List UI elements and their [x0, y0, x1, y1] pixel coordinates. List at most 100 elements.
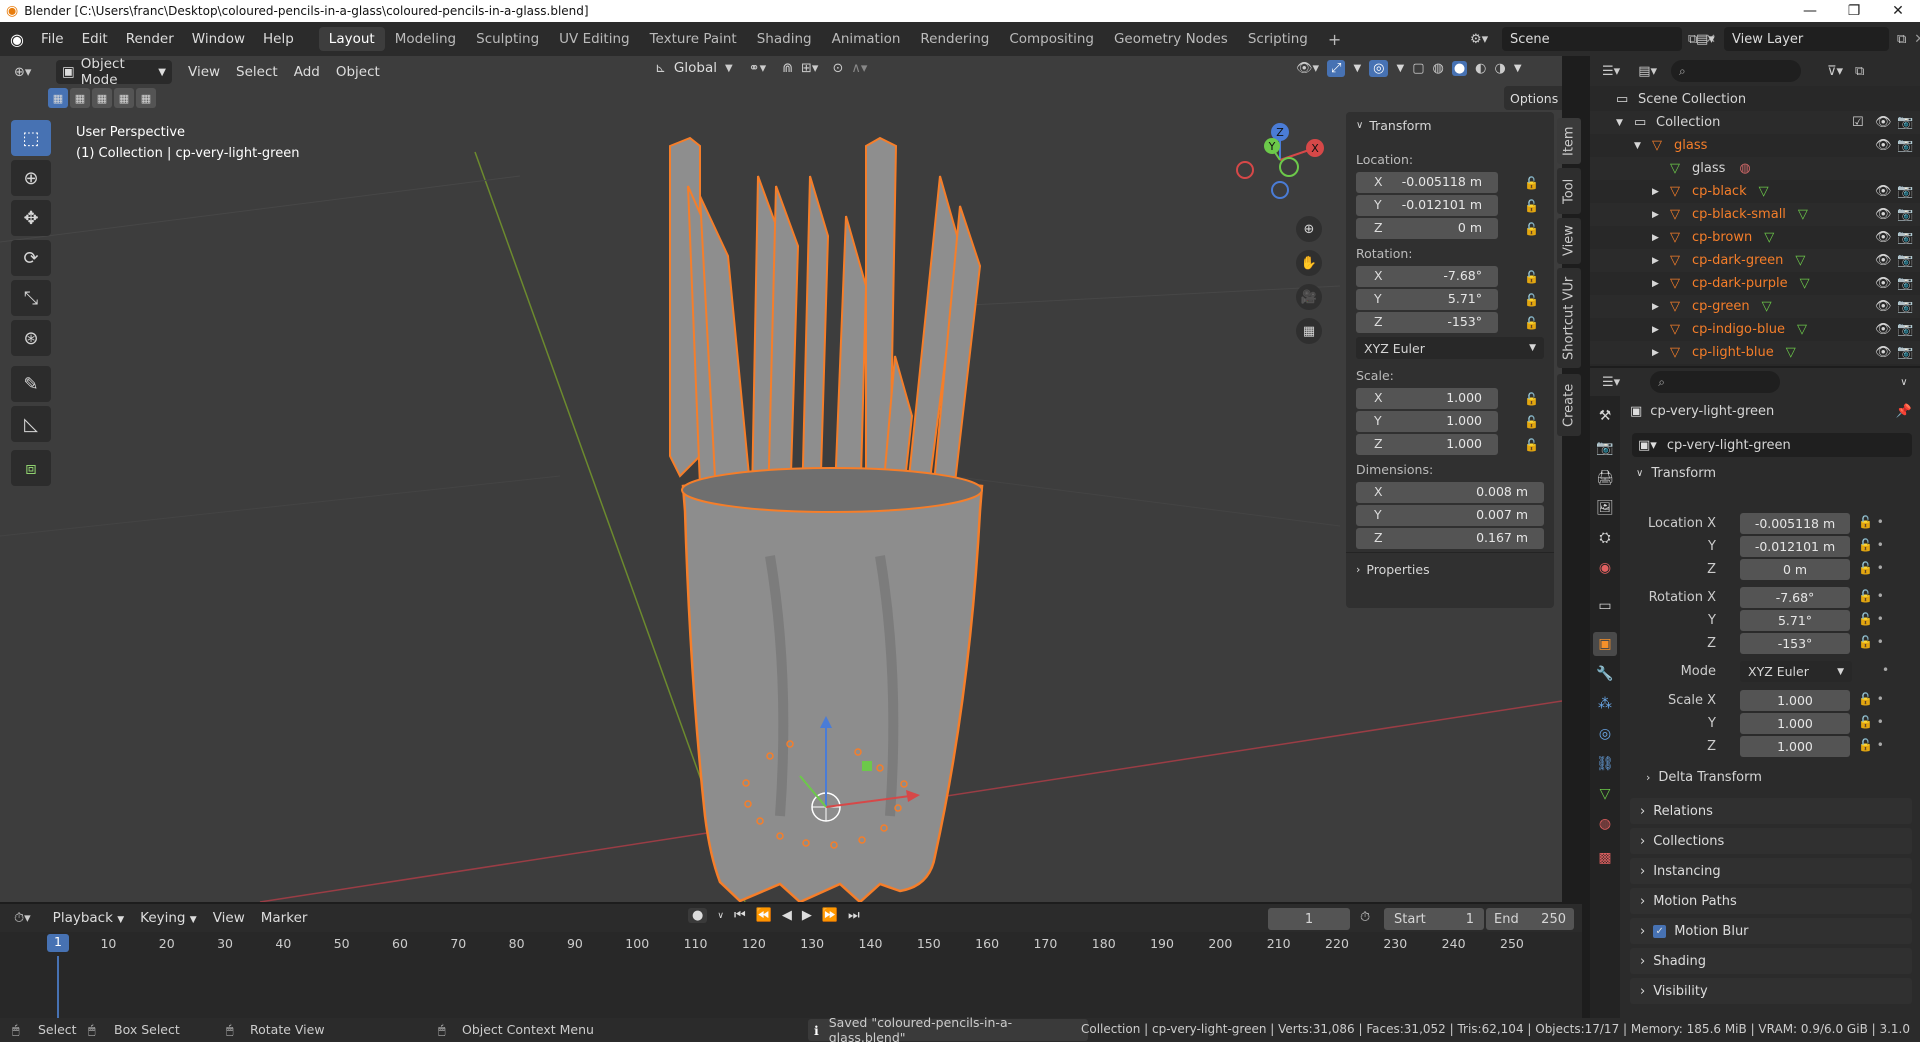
outliner-row[interactable]: ▶ ▽ cp-black-small ▽ 👁 📷 [1590, 203, 1920, 226]
output-properties-icon[interactable]: 🖨 [1593, 466, 1617, 490]
location-z-field[interactable]: Z0 m [1356, 218, 1498, 239]
timeline-ruler[interactable]: 1 10 20 30 40 50 60 70 80 90 100 110 120 130 140 150 160… [0, 932, 1582, 956]
remove-view-layer-icon[interactable]: ✕ [1914, 32, 1920, 47]
workspace-tab-layout[interactable]: Layout [318, 27, 385, 51]
transform-orientation-selector[interactable]: Global [666, 60, 725, 76]
outliner-row[interactable]: ▭ Scene Collection [1590, 88, 1920, 111]
expand-right-icon[interactable]: ▶ [1652, 348, 1666, 358]
lock-icon[interactable]: 🔓 [1524, 316, 1539, 330]
location-x-field[interactable]: X -0.005118 m [1356, 172, 1498, 193]
render-camera-icon[interactable]: 📷 [1897, 276, 1913, 291]
workspace-tab-animation[interactable]: Animation [822, 27, 911, 51]
menu-window[interactable]: Window [183, 31, 254, 47]
render-camera-icon[interactable]: 📷 [1897, 345, 1913, 360]
play-reverse-icon[interactable]: ◀ [782, 908, 792, 923]
keyframe-dot-icon[interactable]: • [1882, 663, 1889, 677]
workspace-tab-texture-paint[interactable]: Texture Paint [640, 27, 747, 51]
select-intersect-icon[interactable]: ▦ [136, 88, 156, 108]
eye-icon[interactable]: 👁 [1875, 322, 1892, 337]
outliner-row[interactable]: ▶ ▽ cp-indigo-blue ▽ 👁 📷 [1590, 318, 1920, 341]
scene-icon[interactable]: ⚙▾ [1470, 32, 1492, 47]
pivot-point-icon[interactable]: ⚭▾ [749, 61, 766, 76]
rotation-mode-dropdown[interactable]: XYZ Euler ▼ [1356, 337, 1544, 359]
cursor-tool[interactable]: ⊕ [11, 160, 51, 196]
eye-icon[interactable]: 👁 [1875, 115, 1892, 130]
select-subtract-icon[interactable]: ▦ [92, 88, 112, 108]
workspace-tab-sculpting[interactable]: Sculpting [466, 27, 549, 51]
view-layer-icon[interactable]: ▤▾ [1696, 32, 1720, 47]
lock-icon[interactable]: 🔓 [1524, 270, 1539, 284]
outliner-row[interactable]: ▶ ▽ cp-light-blue ▽ 👁 📷 [1590, 341, 1920, 364]
render-camera-icon[interactable]: 📷 [1897, 253, 1913, 268]
chevron-down-icon[interactable]: ▼ [1514, 63, 1522, 74]
solid-shading-icon[interactable]: ● [1451, 61, 1468, 76]
lock-icon[interactable]: 🔓 [1524, 199, 1539, 213]
jump-start-icon[interactable]: ⏮ [734, 908, 746, 923]
start-frame-field[interactable]: Start 1 [1384, 908, 1484, 930]
rotation-z-field[interactable]: -153° [1740, 633, 1850, 654]
record-icon[interactable]: ● [688, 908, 708, 923]
play-icon[interactable]: ▶ [802, 908, 812, 923]
outliner-row[interactable]: ▶ ▽ cp-dark-purple ▽ 👁 📷 [1590, 272, 1920, 295]
mesh-data-icon[interactable]: ▽ [1797, 322, 1807, 337]
material-icon[interactable]: ◍ [1739, 161, 1750, 176]
timeline-menu-keying[interactable]: Keying ▼ [132, 910, 205, 926]
falloff-icon[interactable]: ∧▾ [851, 61, 867, 76]
constraints-properties-icon[interactable]: ⛓ [1593, 752, 1617, 776]
timeline-menu-playback[interactable]: Playback ▼ [45, 910, 132, 926]
viewport-menu-object[interactable]: Object [328, 64, 388, 80]
timeline-menu-marker[interactable]: Marker [253, 910, 316, 926]
motion-paths-section[interactable]: › Motion Paths [1630, 888, 1912, 914]
mesh-data-icon[interactable]: ▽ [1795, 253, 1805, 268]
rotation-x-field[interactable]: X -7.68° [1356, 266, 1498, 287]
expand-right-icon[interactable]: ▶ [1652, 279, 1666, 289]
expand-right-icon[interactable]: ▶ [1652, 302, 1666, 312]
perspective-grid-icon[interactable]: ▦ [1296, 318, 1322, 344]
workspace-tab-compositing[interactable]: Compositing [999, 27, 1104, 51]
render-camera-icon[interactable]: 📷 [1897, 299, 1913, 314]
properties-panel-header[interactable]: › Properties [1356, 562, 1430, 577]
tab-tool[interactable]: Tool [1557, 168, 1581, 214]
rotate-tool[interactable]: ⟳ [11, 240, 51, 276]
dimensions-z-field[interactable]: Z 0.167 m [1356, 528, 1544, 549]
scene-selector[interactable]: Scene [1502, 27, 1682, 51]
outliner-row[interactable]: ▼ ▭ Collection ☑ 👁 📷 [1590, 111, 1920, 134]
world-properties-icon[interactable]: ◉ [1593, 556, 1617, 580]
lock-icon[interactable]: 🔓 [1524, 222, 1539, 236]
annotate-tool[interactable]: ✎ [11, 366, 51, 402]
minimize-button[interactable]: — [1788, 0, 1832, 22]
rotation-z-field[interactable]: Z -153° [1356, 312, 1498, 333]
visibility-icon[interactable]: 👁▾ [1296, 61, 1319, 76]
lock-icon[interactable]: 🔓 [1524, 415, 1539, 429]
add-workspace-button[interactable]: + [1318, 26, 1351, 53]
select-box-tool[interactable]: ⬚ [11, 120, 51, 156]
outliner-row[interactable]: ▶ ▽ cp-black ▽ 👁 📷 [1590, 180, 1920, 203]
pin-icon[interactable]: 📌 [1896, 404, 1912, 419]
object-name-field[interactable]: ▣▾ cp-very-light-green [1632, 433, 1912, 457]
overlay-toggle-icon[interactable]: ◎ [1369, 60, 1389, 77]
location-y-field[interactable]: Y -0.012101 m [1356, 195, 1498, 216]
tool-properties-icon[interactable]: ⚒ [1593, 404, 1617, 428]
expand-right-icon[interactable]: ▶ [1652, 256, 1666, 266]
render-camera-icon[interactable]: 📷 [1897, 184, 1913, 199]
eye-icon[interactable]: 👁 [1875, 184, 1892, 199]
location-x-field[interactable]: -0.005118 m [1740, 513, 1850, 534]
scale-x-field[interactable]: 1.000 [1740, 690, 1850, 711]
lock-icon[interactable]: 🔓 • [1858, 589, 1884, 603]
expand-right-icon[interactable]: ▶ [1652, 187, 1666, 197]
snap-icon[interactable]: ⋒ [782, 61, 793, 76]
chevron-down-icon[interactable]: ∨ [1900, 377, 1907, 388]
scale-y-field[interactable]: 1.000 [1740, 713, 1850, 734]
editor-type-icon[interactable]: ⏱▾ [14, 911, 31, 926]
playhead-line[interactable] [57, 956, 59, 1018]
next-keyframe-icon[interactable]: ⏩ [822, 908, 838, 923]
workspace-tab-shading[interactable]: Shading [747, 27, 822, 51]
expand-down-icon[interactable]: ▼ [1616, 118, 1630, 128]
expand-right-icon[interactable]: ▶ [1652, 325, 1666, 335]
lock-icon[interactable]: 🔓 [1524, 293, 1539, 307]
proportional-editing-icon[interactable]: ⊙ [832, 61, 843, 76]
end-frame-field[interactable]: End 250 [1486, 908, 1574, 930]
view-layer-selector[interactable]: View Layer [1724, 27, 1889, 51]
close-button[interactable]: ✕ [1876, 0, 1920, 22]
outliner-search-input[interactable]: ⌕ [1671, 60, 1801, 82]
